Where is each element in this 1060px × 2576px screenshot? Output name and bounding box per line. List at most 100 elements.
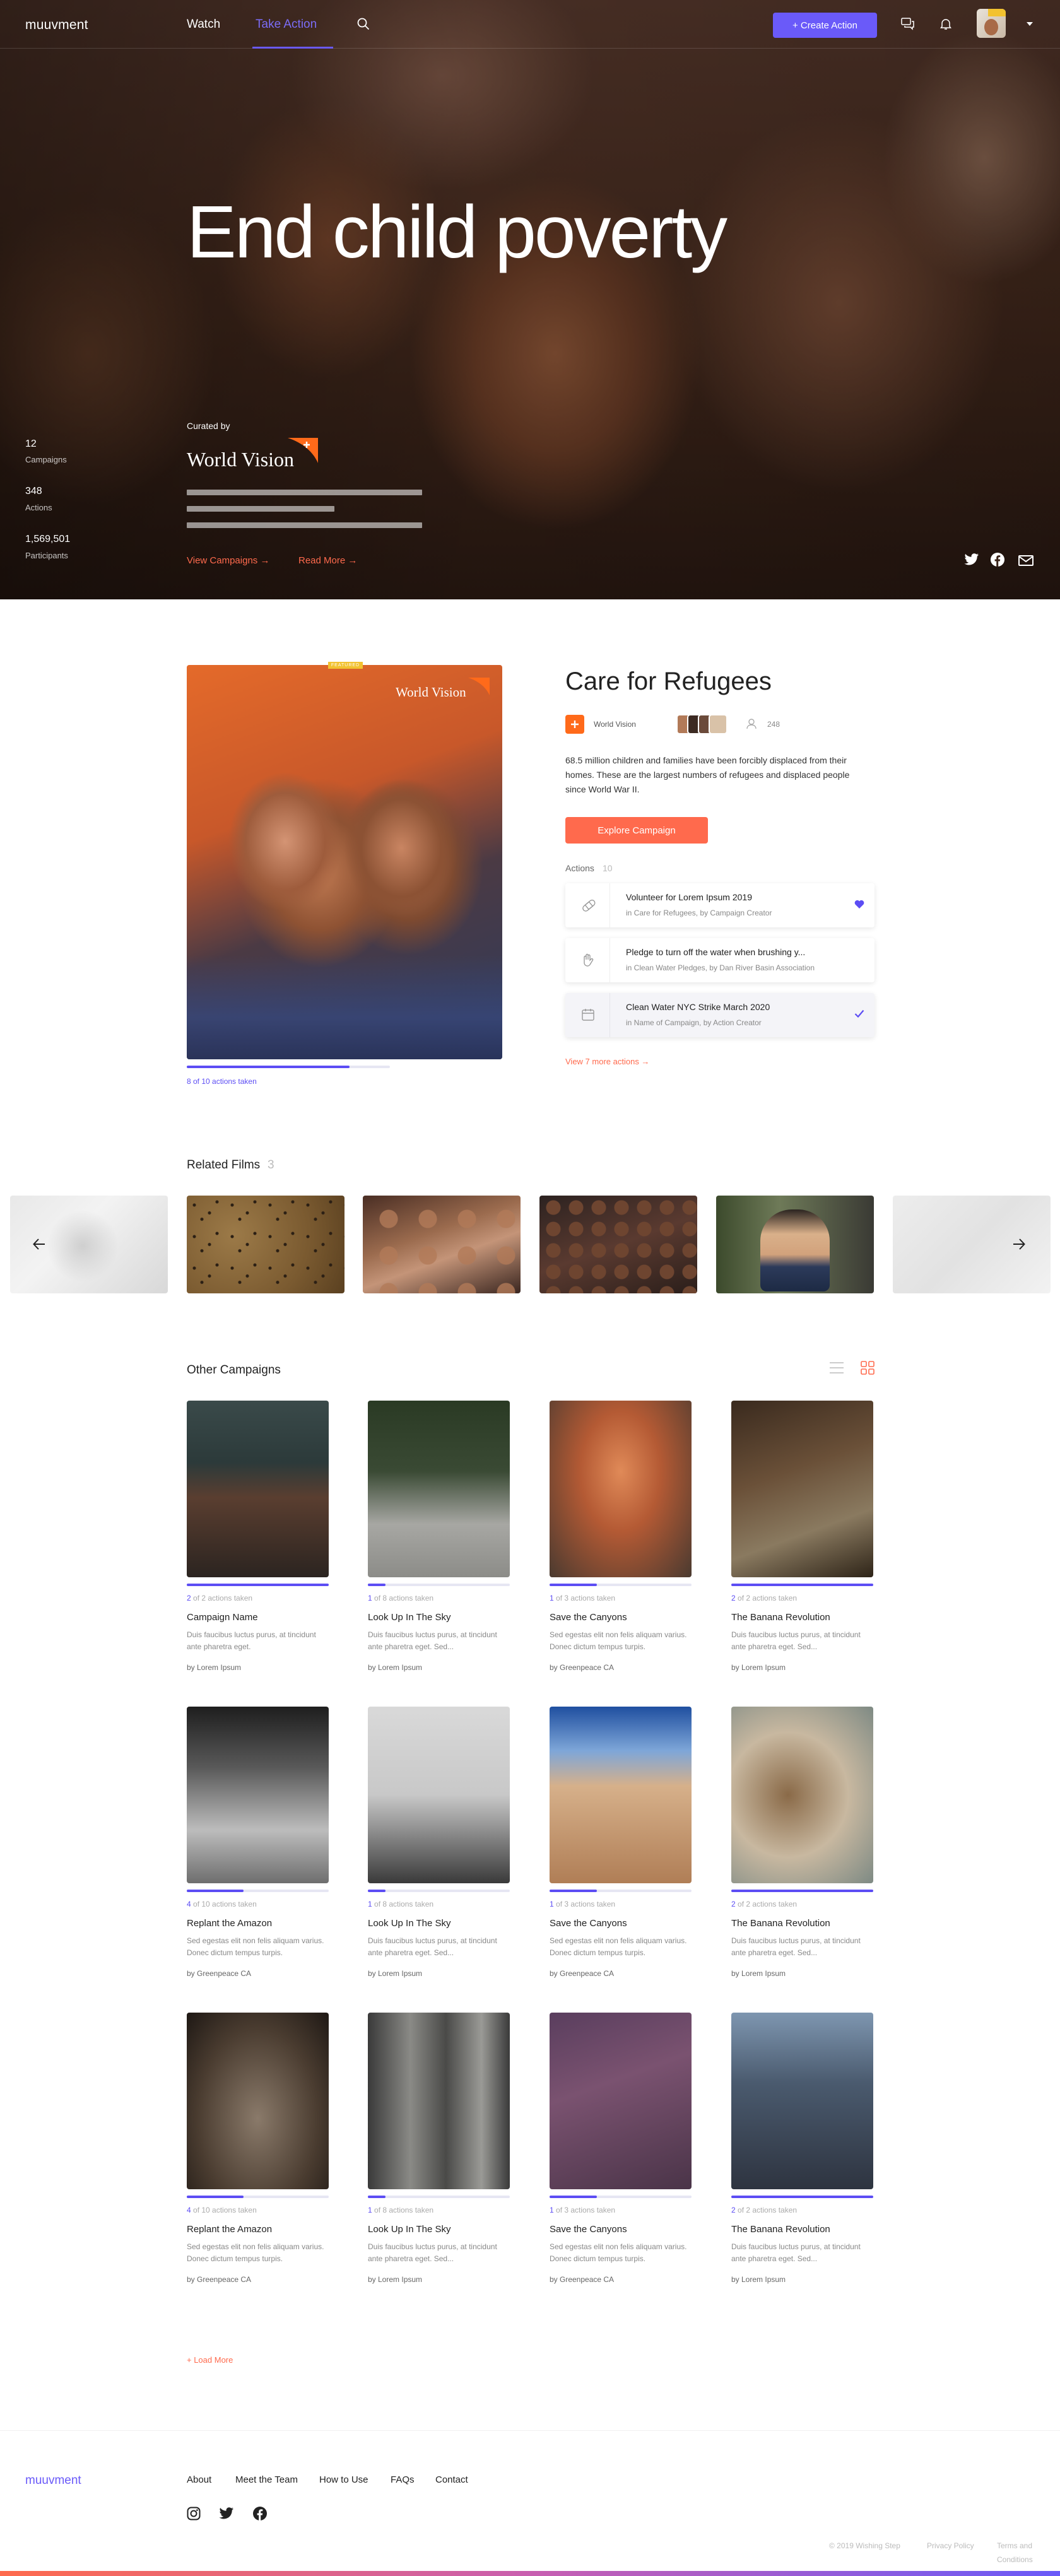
campaign-creator[interactable]: by Lorem Ipsum — [368, 1663, 510, 1672]
facebook-icon[interactable] — [253, 2507, 267, 2520]
campaign-name[interactable]: Look Up In The Sky — [368, 1918, 510, 1929]
film-thumbnail[interactable] — [539, 1196, 697, 1293]
campaign-card[interactable]: 1 of 3 actions taken Save the Canyons Sed … — [550, 1707, 692, 1978]
featured-campaign-image[interactable] — [187, 665, 502, 1059]
read-more-link[interactable]: Read More → — [298, 555, 357, 566]
campaign-creator[interactable]: by Greenpeace CA — [187, 2275, 329, 2284]
campaign-description: Sed egestas elit non felis aliquam variu… — [187, 1936, 324, 1957]
film-thumbnail[interactable] — [187, 1196, 344, 1293]
campaign-card[interactable]: 4 of 10 actions taken Replant the Amazon S… — [187, 2013, 329, 2284]
avatar[interactable] — [977, 9, 1006, 38]
campaign-image[interactable] — [731, 2013, 873, 2189]
film-thumbnail[interactable] — [363, 1196, 521, 1293]
campaign-creator[interactable]: by Greenpeace CA — [550, 2275, 692, 2284]
footer-link-faqs[interactable]: FAQs — [391, 2474, 415, 2485]
campaign-name[interactable]: Look Up In The Sky — [368, 1612, 510, 1623]
campaign-name[interactable]: Replant the Amazon — [187, 2224, 329, 2235]
campaign-image[interactable] — [550, 1707, 692, 1883]
footer-link-how-to-use[interactable]: How to Use — [319, 2474, 368, 2485]
world-vision-logo[interactable]: World Vision — [187, 448, 294, 471]
campaign-card[interactable]: 1 of 8 actions taken Look Up In The Sky Du… — [368, 1401, 510, 1672]
search-icon[interactable] — [357, 18, 370, 30]
campaign-description: Duis faucibus luctus purus, at tincidunt… — [731, 2242, 861, 2263]
campaign-card[interactable]: 4 of 10 actions taken Replant the Amazon S… — [187, 1707, 329, 1978]
campaign-image[interactable] — [731, 1401, 873, 1577]
campaign-image[interactable] — [187, 2013, 329, 2189]
campaign-image[interactable] — [187, 1707, 329, 1883]
campaign-card[interactable]: 2 of 2 actions taken The Banana Revolutio… — [731, 1707, 873, 1978]
participant-avatars[interactable] — [676, 714, 739, 734]
nav-take-action[interactable]: Take Action — [256, 18, 317, 32]
campaign-card[interactable]: 2 of 2 actions taken Campaign Name Duis fa… — [187, 1401, 329, 1672]
campaign-card[interactable]: 1 of 8 actions taken Look Up In The Sky Du… — [368, 2013, 510, 2284]
footer-logo[interactable]: muuvment — [25, 2474, 81, 2488]
footer-link-contact[interactable]: Contact — [435, 2474, 468, 2485]
footer-link-about[interactable]: About — [187, 2474, 211, 2485]
chevron-down-icon[interactable] — [1027, 22, 1033, 26]
films-prev-button[interactable] — [10, 1196, 168, 1293]
action-item[interactable]: Clean Water NYC Strike March 2020 in Nam… — [565, 993, 874, 1037]
campaign-image[interactable] — [368, 2013, 510, 2189]
heart-icon[interactable] — [854, 900, 864, 909]
bell-icon[interactable] — [939, 18, 952, 30]
campaign-creator[interactable]: by Lorem Ipsum — [731, 1969, 873, 1978]
campaign-image[interactable] — [731, 1707, 873, 1883]
privacy-policy-link[interactable]: Privacy Policy — [927, 2541, 974, 2550]
campaign-card[interactable]: 1 of 8 actions taken Look Up In The Sky Du… — [368, 1707, 510, 1978]
explore-campaign-button[interactable]: Explore Campaign — [565, 817, 708, 844]
image-world-vision-logo: World Vision — [396, 685, 466, 700]
campaign-name[interactable]: Save the Canyons — [550, 1918, 692, 1929]
campaign-creator[interactable]: by Greenpeace CA — [187, 1969, 329, 1978]
campaign-name[interactable]: Campaign Name — [187, 1612, 329, 1623]
campaign-image[interactable] — [368, 1707, 510, 1883]
list-view-icon[interactable] — [829, 1362, 844, 1374]
films-next-button[interactable] — [893, 1196, 1051, 1293]
campaign-card[interactable]: 2 of 2 actions taken The Banana Revolutio… — [731, 2013, 873, 2284]
create-action-button[interactable]: + Create Action — [773, 13, 877, 38]
site-logo[interactable]: muuvment — [25, 18, 88, 33]
campaign-description: Duis faucibus luctus purus, at tincidunt… — [731, 1936, 861, 1957]
action-item[interactable]: Pledge to turn off the water when brushi… — [565, 938, 874, 982]
campaign-creator[interactable]: by Lorem Ipsum — [368, 1969, 510, 1978]
campaign-name[interactable]: Replant the Amazon — [187, 1918, 329, 1929]
campaign-image[interactable] — [368, 1401, 510, 1577]
view-more-actions-link[interactable]: View 7 more actions → — [565, 1057, 649, 1066]
campaign-card[interactable]: 2 of 2 actions taken The Banana Revolutio… — [731, 1401, 873, 1672]
view-campaigns-link[interactable]: View Campaigns → — [187, 555, 269, 566]
twitter-icon[interactable] — [964, 553, 979, 566]
terms-link[interactable]: Terms and Conditions — [997, 2539, 1041, 2567]
grid-view-icon[interactable] — [861, 1361, 874, 1375]
campaign-name[interactable]: Look Up In The Sky — [368, 2224, 510, 2235]
twitter-icon[interactable] — [219, 2507, 234, 2520]
featured-progress-bar — [187, 1066, 390, 1068]
facebook-icon[interactable] — [991, 553, 1004, 567]
campaign-creator[interactable]: by Greenpeace CA — [550, 1663, 692, 1672]
campaign-name[interactable]: The Banana Revolution — [731, 1612, 873, 1623]
film-thumbnail[interactable] — [716, 1196, 874, 1293]
campaign-creator[interactable]: by Lorem Ipsum — [731, 2275, 873, 2284]
campaign-creator[interactable]: by Lorem Ipsum — [187, 1663, 329, 1672]
nav-watch[interactable]: Watch — [187, 18, 220, 32]
featured-badge: FEATURED — [328, 662, 363, 669]
campaign-card[interactable]: 1 of 3 actions taken Save the Canyons Sed … — [550, 2013, 692, 2284]
campaign-creator[interactable]: by Lorem Ipsum — [731, 1663, 873, 1672]
campaign-progress-bar — [731, 1890, 873, 1892]
campaign-name[interactable]: The Banana Revolution — [731, 2224, 873, 2235]
action-item[interactable]: Volunteer for Lorem Ipsum 2019 in Care f… — [565, 883, 874, 927]
campaign-creator[interactable]: by Lorem Ipsum — [368, 2275, 510, 2284]
campaign-image[interactable] — [550, 2013, 692, 2189]
campaign-name[interactable]: The Banana Revolution — [731, 1918, 873, 1929]
action-title: Clean Water NYC Strike March 2020 — [626, 1002, 770, 1012]
campaign-card[interactable]: 1 of 3 actions taken Save the Canyons Sed … — [550, 1401, 692, 1672]
campaign-creator[interactable]: by Greenpeace CA — [550, 1969, 692, 1978]
load-more-button[interactable]: + Load More — [187, 2355, 233, 2365]
chat-icon[interactable] — [901, 18, 915, 30]
footer-link-team[interactable]: Meet the Team — [235, 2474, 298, 2485]
campaign-image[interactable] — [187, 1401, 329, 1577]
mail-icon[interactable] — [1018, 555, 1034, 566]
campaign-name[interactable]: Save the Canyons — [550, 1612, 692, 1623]
campaign-image[interactable] — [550, 1401, 692, 1577]
campaign-name[interactable]: Save the Canyons — [550, 2224, 692, 2235]
instagram-icon[interactable] — [187, 2507, 201, 2520]
organization-name[interactable]: World Vision — [594, 720, 636, 729]
